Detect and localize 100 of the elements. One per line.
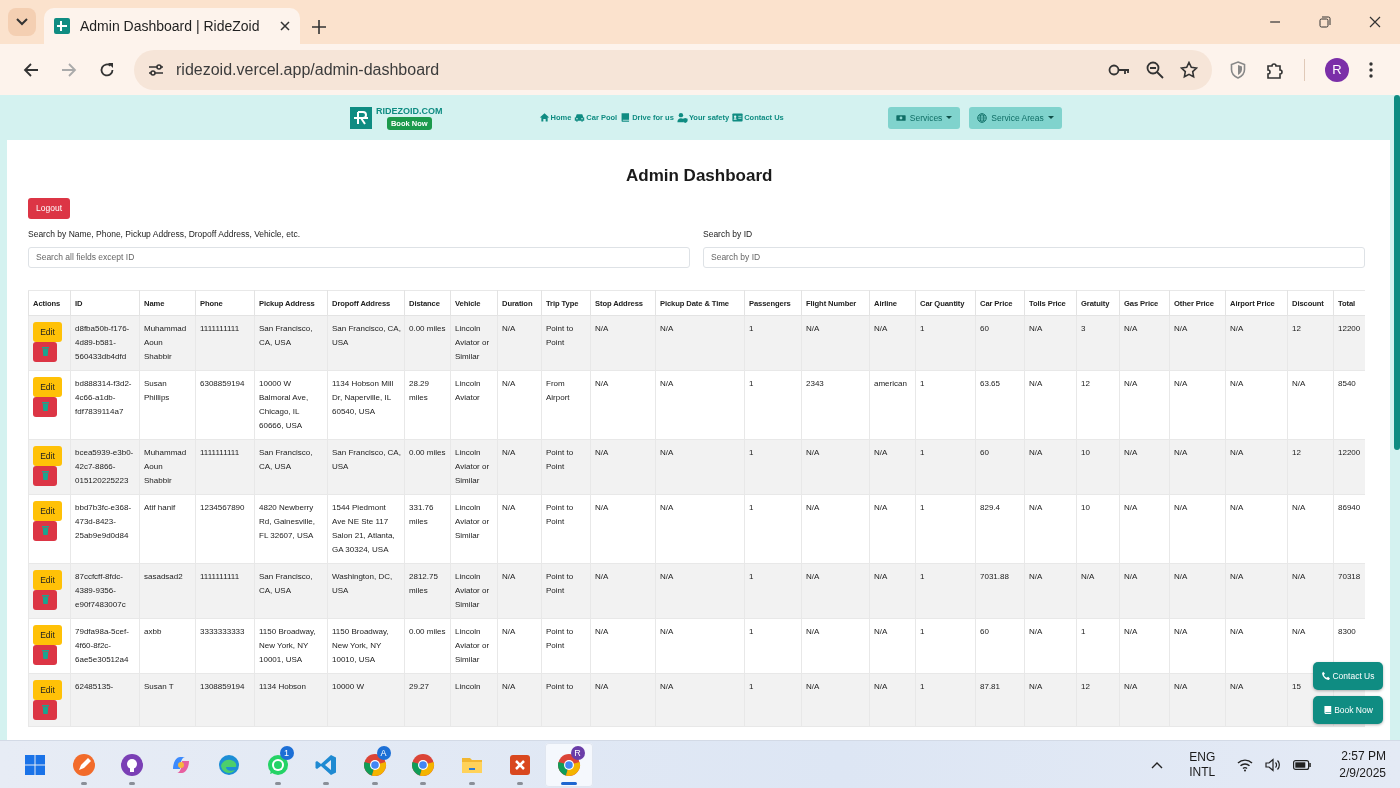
table-cell: Susan Phillips — [139, 370, 196, 439]
trash-icon — [41, 650, 49, 659]
clock-date[interactable]: 2/9/2025 — [1339, 764, 1386, 782]
windows-icon — [23, 752, 48, 777]
edit-button[interactable]: Edit — [33, 569, 62, 590]
table-cell: 3 — [1076, 315, 1120, 370]
wifi-icon[interactable] — [1237, 757, 1254, 772]
table-cell: N/A — [1119, 563, 1170, 618]
address-bar[interactable]: ridezoid.vercel.app/admin-dashboard — [134, 49, 1212, 90]
shield-icon[interactable] — [1230, 60, 1246, 79]
table-cell: 12 — [1076, 673, 1120, 726]
forward-icon[interactable] — [61, 61, 77, 78]
search-field[interactable]: Search all fields except ID — [28, 246, 690, 268]
browser-tab[interactable]: Admin Dashboard | RideZoid — [44, 8, 300, 44]
table-cell: 1 — [915, 618, 976, 673]
table-cell: Lincoln Aviator — [450, 370, 498, 439]
chat-bubble-icon — [265, 752, 290, 777]
delete-button[interactable] — [33, 520, 57, 541]
table-cell: 1544 Piedmont Ave NE Ste 117 Salon 21, Atlanta, GA 30324, USA — [327, 494, 405, 563]
logout-button[interactable]: Logout — [28, 197, 70, 219]
profile-avatar[interactable]: R — [1325, 57, 1349, 82]
delete-button[interactable] — [33, 341, 57, 362]
delete-button[interactable] — [33, 465, 57, 486]
logo-icon[interactable] — [350, 106, 372, 129]
table-cell: From Airport — [541, 370, 591, 439]
code-editor-icon — [314, 752, 339, 777]
chevron-up-icon[interactable] — [1151, 760, 1164, 769]
table-cell: 10 — [1076, 439, 1120, 494]
table-cell: N/A — [655, 494, 745, 563]
more-icon[interactable] — [1369, 61, 1373, 78]
table-cell: N/A — [1024, 439, 1077, 494]
close-icon[interactable] — [1369, 16, 1381, 28]
close-icon[interactable] — [280, 21, 290, 31]
table-cell: american — [869, 370, 916, 439]
table-cell: 12 — [1076, 370, 1120, 439]
floating-button[interactable]: Book Now — [1313, 696, 1383, 724]
table-cell: N/A — [655, 370, 745, 439]
language-text[interactable]: ENG — [1189, 749, 1216, 765]
chrome-icon — [362, 752, 387, 777]
table-cell: N/A — [1024, 673, 1077, 726]
edit-button[interactable]: Edit — [33, 376, 62, 397]
table-cell: 87.81 — [975, 673, 1025, 726]
phone-icon — [1321, 671, 1332, 681]
table-cell: 2812.75 miles — [404, 563, 451, 618]
delete-button[interactable] — [33, 396, 57, 417]
keyboard-layout-text[interactable]: INTL — [1189, 764, 1216, 780]
restore-icon[interactable] — [1319, 16, 1331, 28]
back-icon[interactable] — [23, 61, 39, 78]
book-icon — [1323, 705, 1334, 715]
clock-time[interactable]: 2:57 PM — [1341, 747, 1386, 765]
table-cell: 1111111111 — [195, 315, 255, 370]
table-cell: San Francisco, CA, USA — [254, 563, 328, 618]
dropdown-button[interactable]: Service Areas — [969, 106, 1062, 129]
table-cell: San Francisco, CA, USA — [254, 315, 328, 370]
table-cell: N/A — [1225, 315, 1288, 370]
key-icon[interactable] — [1108, 62, 1130, 77]
tab-list-button[interactable] — [8, 8, 36, 36]
table-cell: 1 — [915, 439, 976, 494]
floating-button[interactable]: Contact Us — [1313, 662, 1383, 690]
trash-icon — [41, 526, 49, 535]
table-cell: N/A — [869, 563, 916, 618]
search-field[interactable]: Search by ID — [703, 246, 1365, 268]
delete-button[interactable] — [33, 589, 57, 610]
zoom-icon[interactable] — [1146, 60, 1164, 79]
star-icon[interactable] — [1180, 60, 1198, 79]
trash-icon — [41, 347, 49, 356]
table-cell: N/A — [1287, 494, 1334, 563]
delete-button[interactable] — [33, 644, 57, 665]
edit-button[interactable]: Edit — [33, 679, 62, 700]
table-cell: 1308859194 — [195, 673, 255, 726]
table-cell: bcea5939-e3b0-42c7-8866-015120225223 — [70, 439, 140, 494]
taskbar-app[interactable]: R — [544, 742, 593, 787]
battery-icon[interactable] — [1293, 759, 1312, 770]
notification-badge: R — [570, 745, 585, 760]
edit-button[interactable]: Edit — [33, 624, 62, 645]
new-tab-icon[interactable] — [312, 20, 326, 34]
search-label: Search by Name, Phone, Pickup Address, Dropoff Address, Vehicle, etc. — [28, 228, 301, 239]
edit-button[interactable]: Edit — [33, 321, 62, 342]
table-cell: 60 — [975, 315, 1025, 370]
taskbar-app[interactable]: A — [350, 742, 399, 787]
delete-button[interactable] — [33, 699, 57, 720]
table-cell: Lincoln Aviator or Similar — [450, 563, 498, 618]
table-cell: N/A — [1024, 494, 1077, 563]
table-cell: N/A — [1225, 563, 1288, 618]
table-cell: N/A — [497, 370, 542, 439]
table-cell: 1 — [744, 370, 802, 439]
table-cell: Point to Point — [541, 618, 591, 673]
taskbar-app[interactable]: 1 — [253, 742, 302, 787]
reload-icon[interactable] — [99, 61, 115, 78]
table-cell: N/A — [801, 439, 870, 494]
edit-button[interactable]: Edit — [33, 500, 62, 521]
edit-button[interactable]: Edit — [33, 445, 62, 466]
table-cell: 29.27 — [404, 673, 451, 726]
table-cell: N/A — [1225, 673, 1288, 726]
dropdown-button[interactable]: Services — [887, 106, 961, 129]
url-text: ridezoid.vercel.app/admin-dashboard — [176, 60, 441, 79]
table-cell: 0.00 miles — [404, 618, 451, 673]
volume-icon[interactable] — [1265, 757, 1282, 772]
table-cell: N/A — [1225, 494, 1288, 563]
extensions-icon[interactable] — [1266, 60, 1284, 79]
